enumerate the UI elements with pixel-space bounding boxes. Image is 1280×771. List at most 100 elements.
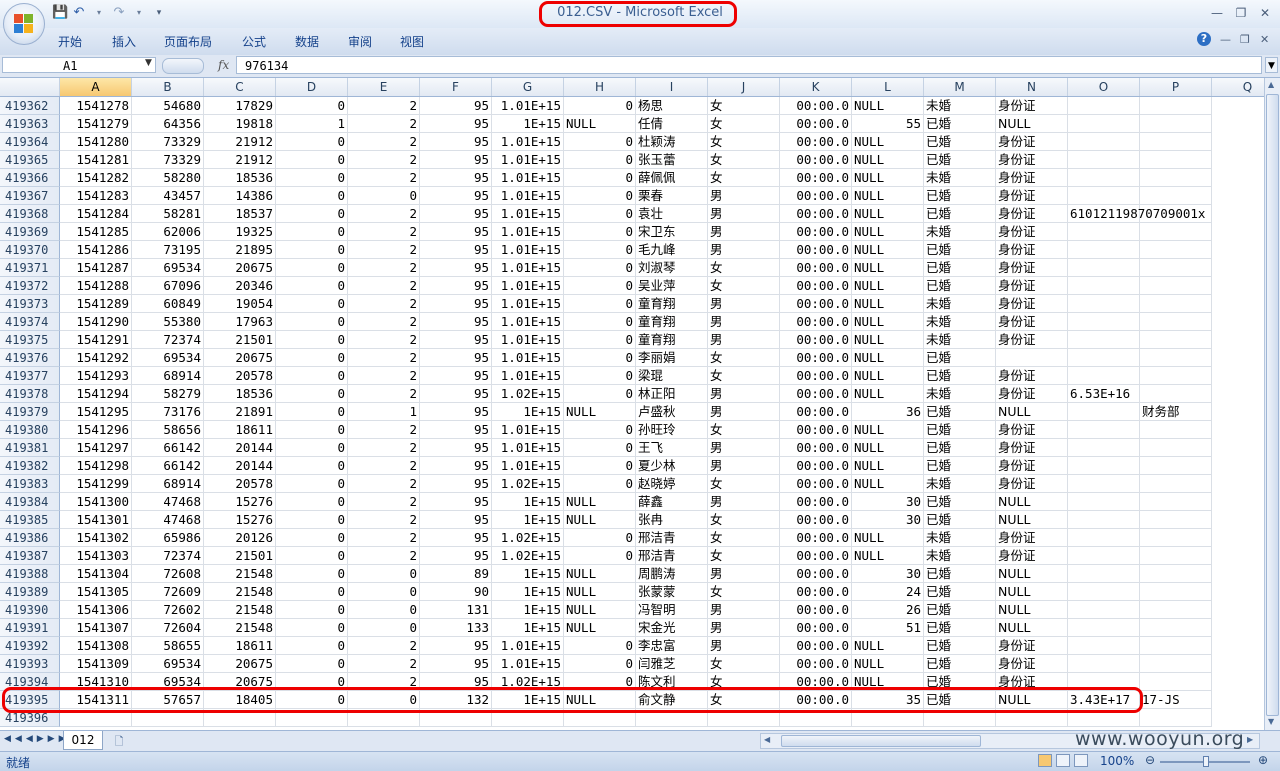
cell-g[interactable]: 1.02E+15 <box>492 673 564 691</box>
cell-g[interactable]: 1.02E+15 <box>492 529 564 547</box>
cell-k[interactable]: 00:00.0 <box>780 511 852 529</box>
cell-l[interactable]: 35 <box>852 691 924 709</box>
cell-g[interactable]: 1.02E+15 <box>492 475 564 493</box>
cell-i[interactable]: 毛九峰 <box>636 241 708 259</box>
cell-d[interactable]: 0 <box>276 97 348 115</box>
cell-g[interactable]: 1E+15 <box>492 691 564 709</box>
cell-p[interactable] <box>1140 241 1212 259</box>
cell-f[interactable]: 95 <box>420 475 492 493</box>
cell-n[interactable]: 身份证 <box>996 385 1068 403</box>
row-header[interactable]: 419367 <box>0 187 60 205</box>
cell-f[interactable]: 95 <box>420 187 492 205</box>
cell-n[interactable] <box>996 349 1068 367</box>
cell-m[interactable]: 已婚 <box>924 439 996 457</box>
cell-n[interactable]: 身份证 <box>996 169 1068 187</box>
cell-f[interactable]: 133 <box>420 619 492 637</box>
cell-l[interactable]: 30 <box>852 565 924 583</box>
cell-k[interactable]: 00:00.0 <box>780 493 852 511</box>
row-header[interactable]: 419384 <box>0 493 60 511</box>
cell-d[interactable]: 0 <box>276 385 348 403</box>
cell-c[interactable]: 18536 <box>204 169 276 187</box>
cell-k[interactable]: 00:00.0 <box>780 565 852 583</box>
cell-a[interactable]: 1541292 <box>60 349 132 367</box>
cell-p[interactable] <box>1140 565 1212 583</box>
cell-i[interactable]: 杨思 <box>636 97 708 115</box>
cell-m[interactable]: 已婚 <box>924 673 996 691</box>
cell-c[interactable]: 20675 <box>204 259 276 277</box>
cell-d[interactable]: 0 <box>276 205 348 223</box>
cell-n[interactable]: NULL <box>996 115 1068 133</box>
cell-i[interactable] <box>636 709 708 727</box>
cell-k[interactable]: 00:00.0 <box>780 583 852 601</box>
cell-g[interactable]: 1.01E+15 <box>492 223 564 241</box>
cell-i[interactable]: 冯智明 <box>636 601 708 619</box>
cell-a[interactable]: 1541311 <box>60 691 132 709</box>
cell-p[interactable] <box>1140 385 1212 403</box>
cell-a[interactable]: 1541280 <box>60 133 132 151</box>
cell-o[interactable] <box>1068 583 1140 601</box>
cell-d[interactable]: 0 <box>276 547 348 565</box>
cell-g[interactable]: 1.01E+15 <box>492 637 564 655</box>
cell-f[interactable]: 95 <box>420 439 492 457</box>
cell-a[interactable]: 1541302 <box>60 529 132 547</box>
cell-j[interactable] <box>708 709 780 727</box>
cell-a[interactable]: 1541282 <box>60 169 132 187</box>
cell-p[interactable] <box>1140 619 1212 637</box>
cell-n[interactable]: NULL <box>996 619 1068 637</box>
column-header-h[interactable]: H <box>564 78 636 96</box>
cell-b[interactable]: 64356 <box>132 115 204 133</box>
cell-j[interactable]: 女 <box>708 277 780 295</box>
column-header-f[interactable]: F <box>420 78 492 96</box>
cell-l[interactable]: NULL <box>852 529 924 547</box>
cell-g[interactable]: 1.01E+15 <box>492 133 564 151</box>
cell-i[interactable]: 陈文利 <box>636 673 708 691</box>
cell-m[interactable]: 已婚 <box>924 457 996 475</box>
cell-k[interactable]: 00:00.0 <box>780 619 852 637</box>
cell-o[interactable] <box>1068 115 1140 133</box>
cell-h[interactable]: 0 <box>564 187 636 205</box>
cell-a[interactable]: 1541278 <box>60 97 132 115</box>
cell-a[interactable] <box>60 709 132 727</box>
save-icon[interactable]: 💾 <box>52 6 68 20</box>
cell-m[interactable]: 未婚 <box>924 547 996 565</box>
cell-f[interactable]: 95 <box>420 655 492 673</box>
cell-n[interactable]: 身份证 <box>996 331 1068 349</box>
cell-n[interactable]: 身份证 <box>996 259 1068 277</box>
cell-b[interactable]: 73329 <box>132 133 204 151</box>
cell-j[interactable]: 女 <box>708 259 780 277</box>
cell-f[interactable]: 95 <box>420 385 492 403</box>
cell-d[interactable]: 0 <box>276 259 348 277</box>
cell-a[interactable]: 1541307 <box>60 619 132 637</box>
cell-i[interactable]: 刘淑琴 <box>636 259 708 277</box>
cell-n[interactable]: 身份证 <box>996 277 1068 295</box>
cell-f[interactable]: 95 <box>420 637 492 655</box>
cell-l[interactable]: NULL <box>852 151 924 169</box>
cell-k[interactable]: 00:00.0 <box>780 115 852 133</box>
cell-k[interactable]: 00:00.0 <box>780 151 852 169</box>
cell-k[interactable]: 00:00.0 <box>780 169 852 187</box>
cell-a[interactable]: 1541288 <box>60 277 132 295</box>
cell-k[interactable]: 00:00.0 <box>780 187 852 205</box>
cell-b[interactable]: 69534 <box>132 259 204 277</box>
cell-i[interactable]: 童育翔 <box>636 295 708 313</box>
cell-i[interactable]: 童育翔 <box>636 313 708 331</box>
cell-c[interactable]: 21891 <box>204 403 276 421</box>
cell-n[interactable]: NULL <box>996 493 1068 511</box>
cell-n[interactable]: 身份证 <box>996 655 1068 673</box>
cell-i[interactable]: 邢洁青 <box>636 529 708 547</box>
cell-k[interactable]: 00:00.0 <box>780 367 852 385</box>
cell-l[interactable]: NULL <box>852 205 924 223</box>
column-header-l[interactable]: L <box>852 78 924 96</box>
help-icon[interactable]: ? <box>1197 32 1211 46</box>
cell-g[interactable]: 1E+15 <box>492 511 564 529</box>
cell-b[interactable]: 58656 <box>132 421 204 439</box>
cell-g[interactable]: 1E+15 <box>492 565 564 583</box>
cell-d[interactable]: 0 <box>276 241 348 259</box>
cell-h[interactable]: 0 <box>564 151 636 169</box>
cell-g[interactable]: 1.01E+15 <box>492 655 564 673</box>
cell-e[interactable]: 2 <box>348 421 420 439</box>
cell-d[interactable]: 0 <box>276 169 348 187</box>
cell-d[interactable]: 0 <box>276 511 348 529</box>
cell-k[interactable]: 00:00.0 <box>780 295 852 313</box>
cell-o[interactable] <box>1068 421 1140 439</box>
